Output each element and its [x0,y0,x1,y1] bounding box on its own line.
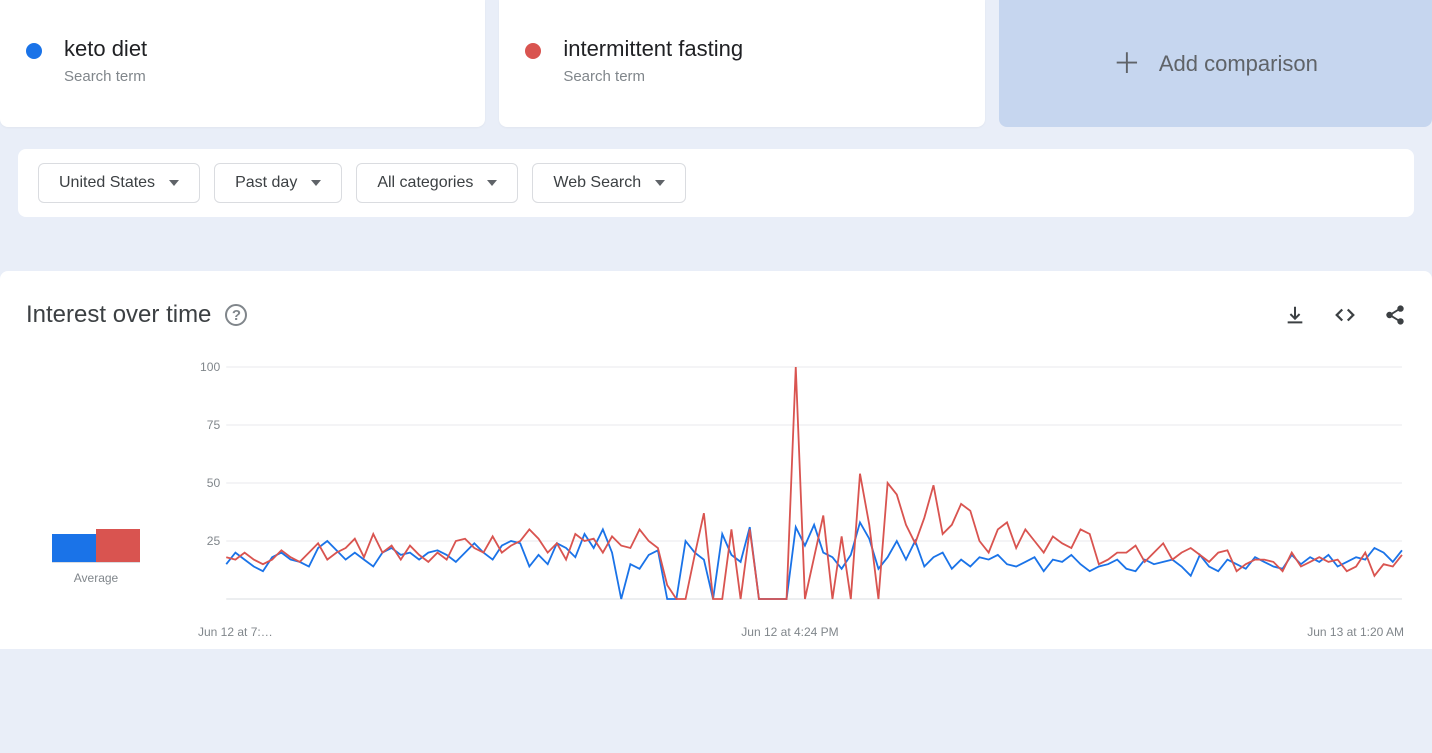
svg-text:25: 25 [207,534,221,548]
chevron-down-icon [169,180,179,186]
chevron-down-icon [655,180,665,186]
filter-label: United States [59,174,155,192]
chevron-down-icon [311,180,321,186]
filter-label: Past day [235,174,297,192]
add-comparison-button[interactable]: ＋ Add comparison [999,0,1432,127]
x-tick-label: Jun 12 at 7:… [198,625,273,639]
category-filter[interactable]: All categories [356,163,518,203]
x-axis-labels: Jun 12 at 7:… Jun 12 at 4:24 PM Jun 13 a… [196,625,1406,639]
average-bars: Average [26,359,166,639]
filter-label: Web Search [553,174,641,192]
add-comparison-label: Add comparison [1159,51,1318,77]
filter-label: All categories [377,174,473,192]
search-term-card[interactable]: keto diet Search term [0,0,485,127]
chevron-down-icon [487,180,497,186]
term-color-dot [525,43,541,59]
term-subtitle: Search term [64,68,147,85]
filter-bar: United States Past day All categories We… [18,149,1414,217]
term-color-dot [26,43,42,59]
svg-text:50: 50 [207,476,221,490]
interest-over-time-card: Interest over time ? Average 25 50 75 100 J… [0,271,1432,649]
line-chart[interactable]: 25 50 75 100 [196,359,1406,619]
share-icon[interactable] [1384,304,1406,326]
embed-icon[interactable] [1334,304,1356,326]
chart-title: Interest over time [26,301,211,329]
term-name: intermittent fasting [563,36,743,62]
term-name: keto diet [64,36,147,62]
time-filter[interactable]: Past day [214,163,342,203]
svg-text:100: 100 [200,360,220,374]
average-label: Average [74,571,118,585]
search-term-card[interactable]: intermittent fasting Search term [499,0,984,127]
help-icon[interactable]: ? [225,304,247,326]
x-tick-label: Jun 12 at 4:24 PM [741,625,838,639]
region-filter[interactable]: United States [38,163,200,203]
term-subtitle: Search term [563,68,743,85]
plus-icon: ＋ [1113,50,1141,78]
search-type-filter[interactable]: Web Search [532,163,686,203]
download-icon[interactable] [1284,304,1306,326]
x-tick-label: Jun 13 at 1:20 AM [1307,625,1404,639]
svg-text:75: 75 [207,418,221,432]
